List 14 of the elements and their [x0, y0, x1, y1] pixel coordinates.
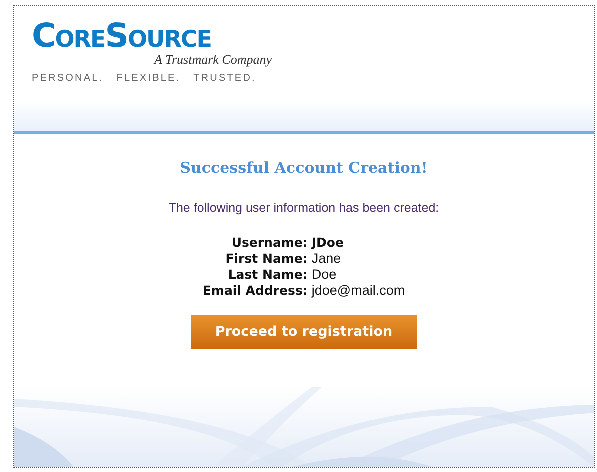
field-label: Last Name: — [227, 267, 308, 283]
logo-subtitle: A Trustmark Company — [154, 52, 272, 68]
logo-wordmark: CoreSource — [32, 20, 212, 52]
field-value: JDoe — [312, 235, 345, 251]
info-message: The following user information has been created: — [168, 201, 440, 215]
field-value: jdoe@mail.com — [312, 283, 406, 299]
page-title: Successful Account Creation! — [180, 159, 428, 177]
field-label: Username: — [230, 235, 308, 251]
field-value: Doe — [312, 267, 338, 283]
proceed-button[interactable]: Proceed to registration — [191, 315, 417, 349]
field-label: First Name: — [224, 251, 308, 267]
tagline: PERSONAL. FLEXIBLE. TRUSTED. — [32, 73, 258, 84]
field-value: Jane — [312, 251, 342, 267]
field-label: Email Address: — [202, 283, 308, 299]
